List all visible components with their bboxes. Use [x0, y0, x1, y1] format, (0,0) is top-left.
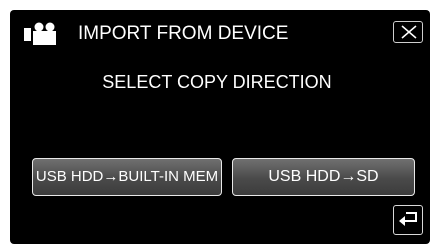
close-icon — [401, 25, 417, 39]
close-button[interactable] — [393, 21, 423, 43]
header-title: IMPORT FROM DEVICE — [78, 23, 289, 44]
prompt-text: SELECT COPY DIRECTION — [102, 72, 332, 92]
usb-to-sd-button[interactable]: USB HDD→SD — [232, 158, 415, 196]
usb-to-builtin-memory-button[interactable]: USB HDD→BUILT-IN MEM — [32, 158, 222, 196]
back-button[interactable] — [393, 205, 423, 235]
return-arrow-icon — [399, 212, 417, 226]
screen: IMPORT FROM DEVICE SELECT COPY DIRECTION… — [0, 0, 434, 247]
video-camera-icon — [24, 22, 64, 46]
